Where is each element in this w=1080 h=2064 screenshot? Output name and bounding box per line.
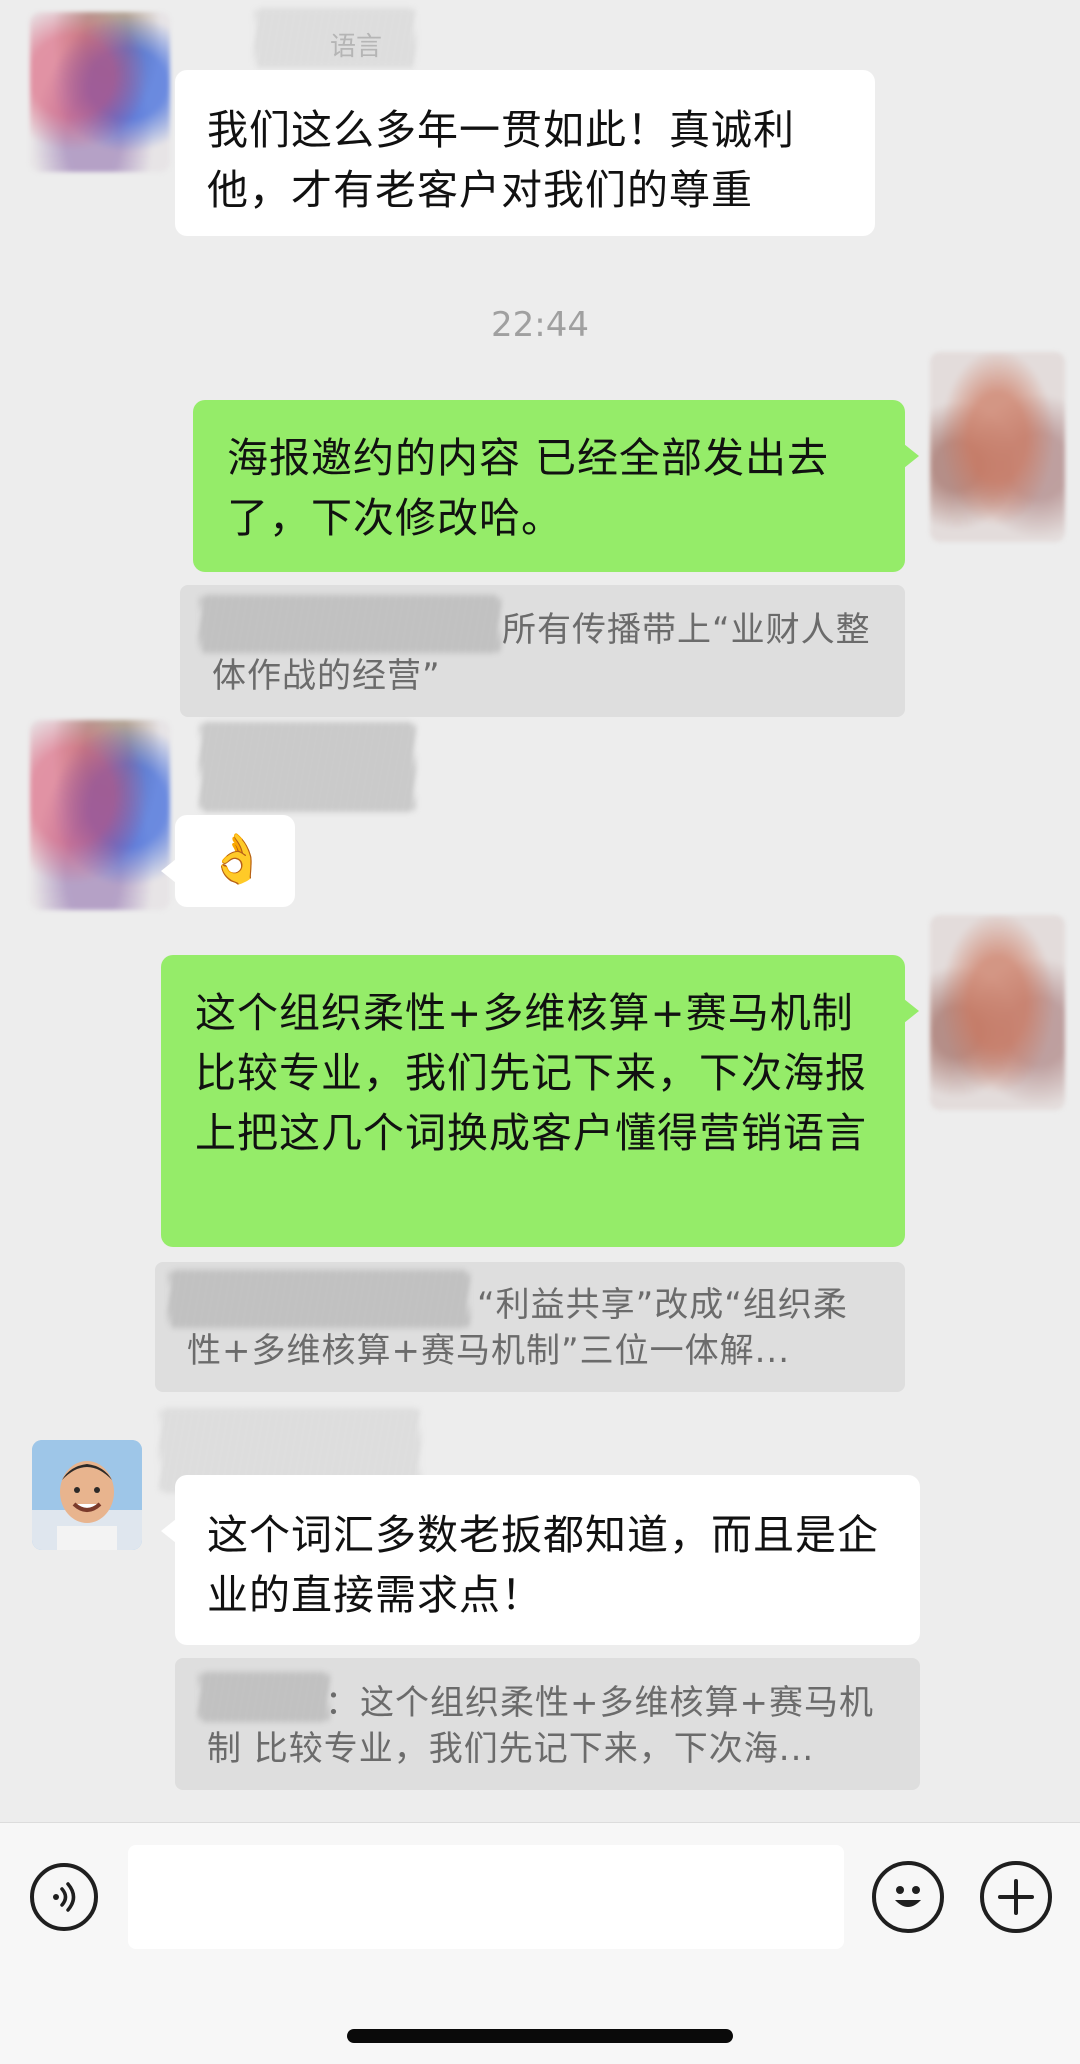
quoted-text: “利益共享”改成“组织柔性+多维核算+赛马机制”三位一体解... (187, 1285, 848, 1371)
quoted-text: ：这个组织柔性+多维核算+赛马机制 比较专业，我们先记下来，下次海... (207, 1683, 874, 1769)
time-divider: 22:44 (491, 305, 589, 345)
quoted-message[interactable]: 所有传播带上“业财人整体作战的经营” (180, 585, 905, 717)
more-button[interactable] (980, 1861, 1052, 1933)
emoji-icon (895, 1886, 921, 1907)
plus-icon (998, 1879, 1034, 1915)
message-text: 海报邀约的内容 已经全部发出去了，下次修改哈。 (227, 434, 830, 542)
message-text: 这个词汇多数老扳都知道，而且是企业的直接需求点！ (207, 1511, 879, 1619)
contact-avatar[interactable] (32, 1440, 142, 1550)
message-bubble-incoming[interactable]: 我们这么多年一贯如此！真诚利他，才有老客户对我们的尊重 (175, 70, 875, 236)
sender-name-partial: 语言 (330, 32, 383, 62)
quoted-message[interactable]: ：这个组织柔性+多维核算+赛马机制 比较专业，我们先记下来，下次海... (175, 1658, 920, 1790)
quoted-message[interactable]: “利益共享”改成“组织柔性+多维核算+赛马机制”三位一体解... (155, 1262, 905, 1392)
contact-avatar[interactable] (30, 12, 170, 172)
my-avatar[interactable] (930, 352, 1065, 542)
ok-hand-emoji: 👌 (207, 831, 268, 887)
emoji-button[interactable] (872, 1861, 944, 1933)
input-bar (0, 1822, 1080, 2064)
message-bubble-outgoing[interactable]: 海报邀约的内容 已经全部发出去了，下次修改哈。 (193, 400, 919, 572)
contact-avatar[interactable] (30, 720, 170, 910)
quoted-text: 所有传播带上“业财人整体作战的经营” (212, 610, 871, 696)
message-bubble-outgoing[interactable]: 这个组织柔性+多维核算+赛马机制 比较专业，我们先记下来，下次海报上把这几个词换… (161, 955, 919, 1247)
message-text: 我们这么多年一贯如此！真诚利他，才有老客户对我们的尊重 (207, 106, 795, 214)
home-indicator[interactable] (347, 2029, 733, 2043)
message-text: 这个组织柔性+多维核算+赛马机制 比较专业，我们先记下来，下次海报上把这几个词换… (195, 989, 867, 1157)
voice-icon (53, 1882, 76, 1912)
my-avatar[interactable] (930, 915, 1065, 1110)
message-bubble-incoming[interactable]: 👌 (161, 815, 295, 907)
person-photo (32, 1440, 142, 1550)
sender-name-redacted (200, 722, 415, 812)
message-bubble-incoming[interactable]: 这个词汇多数老扳都知道，而且是企业的直接需求点！ (161, 1475, 920, 1645)
voice-input-button[interactable] (30, 1863, 98, 1931)
message-input[interactable] (128, 1845, 844, 1949)
